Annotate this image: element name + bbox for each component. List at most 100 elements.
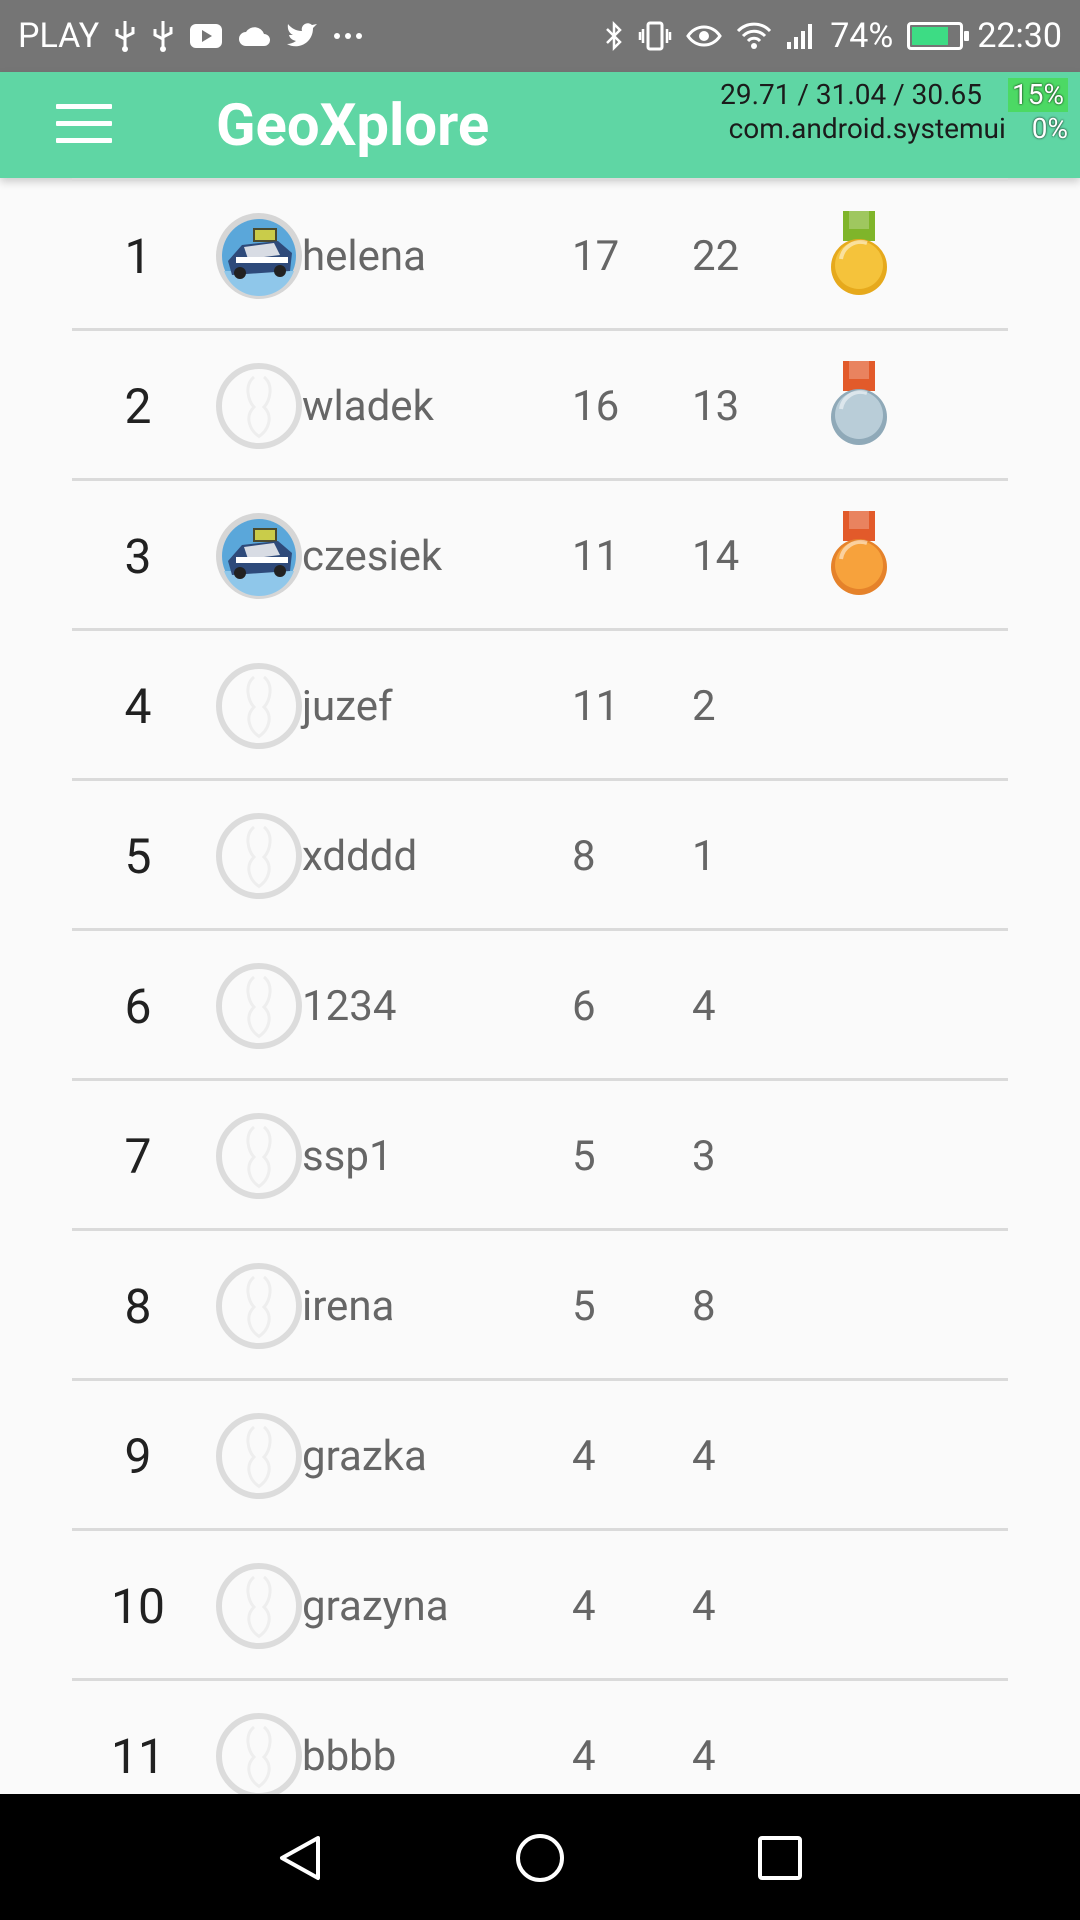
rank-number: 2	[124, 377, 152, 435]
overlay-process-percent: 0%	[1031, 112, 1068, 145]
leaderboard-row[interactable]: 8 irena 5 8	[72, 1231, 1008, 1381]
leaderboard-list[interactable]: 1 helena 17 22 2 wladek 16 13 3 czesiek …	[0, 178, 1080, 1794]
default-avatar-icon	[214, 361, 304, 451]
battery-icon	[907, 22, 970, 50]
more-icon	[333, 31, 363, 41]
leaderboard-row[interactable]: 3 czesiek 11 14	[72, 481, 1008, 631]
player-name: ssp1	[302, 1131, 393, 1181]
leaderboard-row[interactable]: 2 wladek 16 13	[72, 331, 1008, 481]
recents-icon	[758, 1836, 802, 1880]
rank-number: 10	[111, 1577, 165, 1635]
default-avatar-icon	[214, 661, 304, 751]
player-score: 6	[572, 981, 596, 1031]
player-count: 3	[692, 1131, 716, 1181]
player-name: czesiek	[302, 531, 443, 581]
leaderboard-row[interactable]: 11 bbbb 4 4	[72, 1681, 1008, 1794]
leaderboard-row[interactable]: 5 xdddd 8 1	[72, 781, 1008, 931]
player-score: 11	[572, 531, 620, 581]
player-count: 14	[692, 531, 740, 581]
rank-number: 5	[124, 827, 152, 885]
recents-button[interactable]	[754, 1832, 806, 1884]
player-score: 16	[572, 381, 620, 431]
navigation-bar	[0, 1794, 1080, 1920]
player-score: 4	[572, 1581, 596, 1631]
overlay-load: 29.71 / 31.04 / 30.65	[720, 78, 983, 111]
usb-icon	[113, 19, 137, 53]
leaderboard-row[interactable]: 7 ssp1 5 3	[72, 1081, 1008, 1231]
default-avatar-icon	[214, 1561, 304, 1651]
player-score: 17	[572, 231, 620, 281]
player-score: 5	[572, 1131, 596, 1181]
player-count: 1	[692, 831, 716, 881]
wifi-icon	[736, 22, 772, 50]
cloud-icon	[237, 24, 271, 48]
player-count: 4	[692, 1431, 716, 1481]
rank-number: 6	[124, 977, 152, 1035]
gold-medal-icon	[827, 209, 891, 303]
menu-button[interactable]	[56, 104, 112, 146]
eye-icon	[686, 24, 723, 48]
player-count: 13	[692, 381, 740, 431]
hamburger-icon	[56, 104, 112, 109]
rank-number: 1	[124, 227, 152, 285]
leaderboard-row[interactable]: 1 helena 17 22	[72, 181, 1008, 331]
rank-number: 7	[124, 1127, 152, 1185]
youtube-icon	[189, 23, 223, 49]
leaderboard-row[interactable]: 9 grazka 4 4	[72, 1381, 1008, 1531]
twitter-icon	[285, 22, 319, 50]
leaderboard-row[interactable]: 10 grazyna 4 4	[72, 1531, 1008, 1681]
back-icon	[280, 1836, 320, 1880]
player-score: 11	[572, 681, 620, 731]
player-score: 4	[572, 1431, 596, 1481]
leaderboard-row[interactable]: 4 juzef 11 2	[72, 631, 1008, 781]
bluetooth-icon	[604, 20, 624, 52]
app-bar: GeoXplore 29.71 / 31.04 / 30.65 15% com.…	[0, 72, 1080, 178]
player-count: 2	[692, 681, 716, 731]
carrier-label: PLAY	[18, 16, 100, 56]
player-count: 4	[692, 981, 716, 1031]
player-name: helena	[302, 231, 426, 281]
player-name: irena	[302, 1281, 395, 1331]
battery-percent: 74%	[830, 16, 894, 56]
default-avatar-icon	[214, 1261, 304, 1351]
player-name: grazyna	[302, 1581, 449, 1631]
default-avatar-icon	[214, 1711, 304, 1794]
player-count: 4	[692, 1731, 716, 1781]
player-name: bbbb	[302, 1731, 397, 1781]
rank-number: 8	[124, 1277, 152, 1335]
silver-medal-icon	[827, 359, 891, 453]
home-button[interactable]	[514, 1832, 566, 1884]
player-count: 4	[692, 1581, 716, 1631]
usb-icon	[151, 19, 175, 53]
home-icon	[516, 1834, 564, 1882]
car-avatar-icon	[214, 511, 304, 601]
player-name: grazka	[302, 1431, 427, 1481]
rank-number: 11	[111, 1727, 165, 1785]
default-avatar-icon	[214, 811, 304, 901]
vibrate-icon	[638, 21, 672, 51]
default-avatar-icon	[214, 1111, 304, 1201]
signal-icon	[786, 22, 816, 50]
cpu-overlay: 29.71 / 31.04 / 30.65 15% com.android.sy…	[720, 78, 1068, 146]
bronze-medal-icon	[827, 509, 891, 603]
status-bar: PLAY 74% 22:30	[0, 0, 1080, 72]
player-score: 8	[572, 831, 596, 881]
hamburger-line	[56, 138, 112, 143]
rank-number: 4	[124, 677, 152, 735]
default-avatar-icon	[214, 961, 304, 1051]
leaderboard-row[interactable]: 6 1234 6 4	[72, 931, 1008, 1081]
player-score: 4	[572, 1731, 596, 1781]
player-name: xdddd	[302, 831, 418, 881]
app-title: GeoXplore	[216, 92, 490, 160]
default-avatar-icon	[214, 1411, 304, 1501]
rank-number: 9	[124, 1427, 152, 1485]
player-name: wladek	[302, 381, 434, 431]
player-name: juzef	[302, 681, 393, 731]
player-count: 8	[692, 1281, 716, 1331]
back-button[interactable]	[274, 1832, 326, 1884]
player-name: 1234	[302, 981, 397, 1031]
player-count: 22	[692, 231, 740, 281]
overlay-cpu-percent: 15%	[1008, 78, 1068, 112]
car-avatar-icon	[214, 211, 304, 301]
clock: 22:30	[977, 16, 1062, 56]
